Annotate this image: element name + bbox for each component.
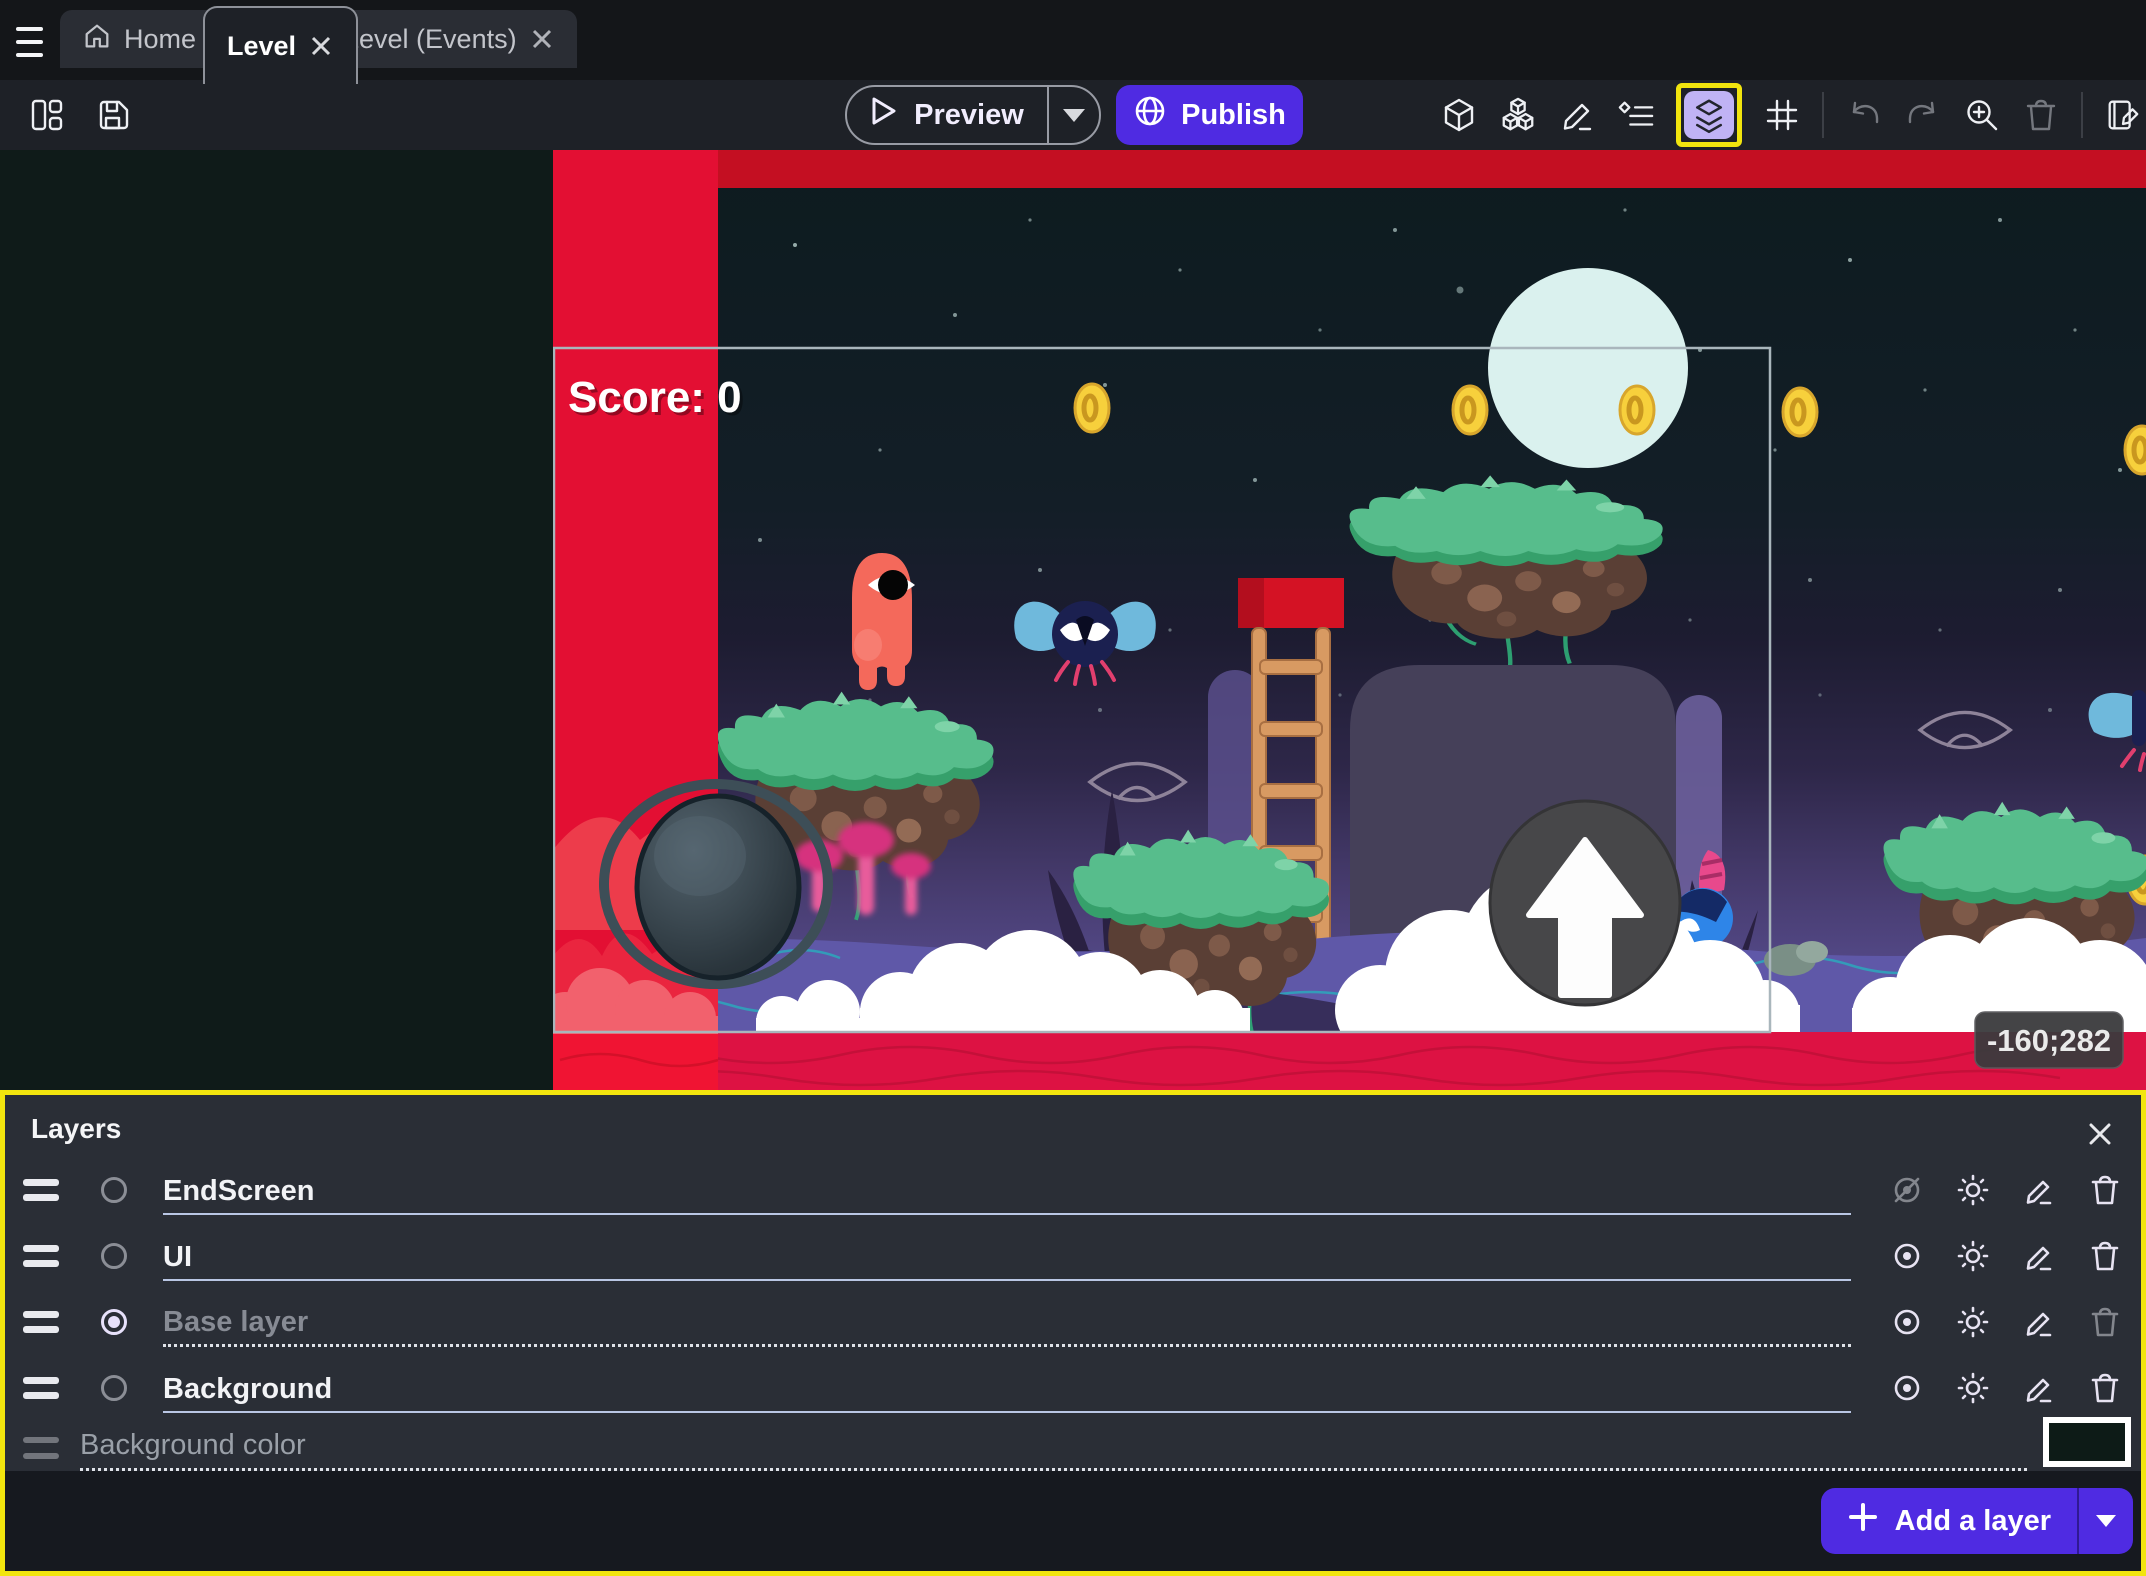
home-icon [82, 21, 112, 58]
toolbar: Preview Publish [0, 80, 2146, 150]
delete-icon[interactable] [2087, 1370, 2123, 1406]
joystick[interactable] [604, 784, 828, 984]
effects-icon[interactable] [1955, 1304, 1991, 1340]
layer-radio[interactable] [101, 1375, 127, 1401]
chevron-down-icon [2096, 1515, 2116, 1527]
add-layer-button[interactable]: Add a layer [1821, 1488, 2133, 1554]
jump-button[interactable] [1490, 801, 1680, 1005]
publish-label: Publish [1181, 99, 1286, 132]
globe-icon [1133, 94, 1167, 136]
visibility-off-icon[interactable] [1889, 1172, 1925, 1208]
preview-options-button[interactable] [1049, 109, 1099, 122]
visibility-icon[interactable] [1889, 1370, 1925, 1406]
delete-icon-disabled [2087, 1304, 2123, 1340]
visibility-icon[interactable] [1889, 1304, 1925, 1340]
drag-handle-icon[interactable] [23, 1179, 59, 1201]
cube-icon[interactable] [1440, 96, 1478, 134]
preview-label: Preview [914, 99, 1024, 132]
layer-radio[interactable] [101, 1243, 127, 1269]
scene-canvas[interactable]: Score: 0 Score: 0 -160;282 [0, 150, 2146, 1090]
background-color-label: Background color [80, 1422, 2027, 1471]
layer-row-ui: UI [5, 1223, 2141, 1289]
edit-icon[interactable] [2021, 1304, 2057, 1340]
cursor-coordinates-badge: -160;282 [1975, 1012, 2123, 1068]
layer-radio-selected[interactable] [101, 1309, 127, 1335]
layers-icon-highlight[interactable] [1676, 83, 1742, 147]
divider [2081, 92, 2083, 138]
score-text-object[interactable]: Score: 0 Score: 0 [568, 373, 745, 425]
add-layer-label: Add a layer [1895, 1505, 2051, 1538]
layer-row-base: Base layer [5, 1289, 2141, 1355]
effects-icon[interactable] [1955, 1370, 1991, 1406]
effects-icon[interactable] [1955, 1172, 1991, 1208]
add-layer-options-button[interactable] [2079, 1488, 2133, 1554]
tab-home[interactable]: Home [60, 10, 218, 68]
divider [1822, 92, 1824, 138]
publish-button[interactable]: Publish [1116, 85, 1303, 145]
panel-footer: Add a layer [5, 1471, 2141, 1571]
layers-panel: Layers EndScreen [0, 1090, 2146, 1576]
tab-level-events[interactable]: Level (Events) [322, 10, 577, 68]
trash-icon[interactable] [2022, 96, 2060, 134]
tab-bar: Home Level Level (Events) [0, 0, 2146, 80]
menu-icon[interactable] [16, 25, 46, 59]
layer-name-field[interactable]: UI [163, 1235, 1851, 1281]
preview-button[interactable]: Preview [845, 85, 1101, 145]
tab-level[interactable]: Level [203, 6, 358, 84]
close-icon[interactable] [529, 26, 555, 52]
edit-scene-icon[interactable] [2104, 96, 2142, 134]
layer-name-field[interactable]: Base layer [163, 1300, 1851, 1347]
drag-handle-icon[interactable] [23, 1311, 59, 1333]
drag-handle-icon [23, 1437, 59, 1459]
play-icon [870, 96, 898, 134]
panels-icon[interactable] [28, 96, 66, 134]
moon[interactable] [1488, 268, 1688, 468]
layer-name-field[interactable]: EndScreen [163, 1169, 1851, 1215]
tab-label: Level (Events) [344, 24, 517, 55]
effects-icon[interactable] [1955, 1238, 1991, 1274]
edit-icon[interactable] [2021, 1172, 2057, 1208]
layer-radio[interactable] [101, 1177, 127, 1203]
objects-icon[interactable] [1499, 96, 1537, 134]
visibility-icon[interactable] [1889, 1238, 1925, 1274]
layer-row-endscreen: EndScreen [5, 1157, 2141, 1223]
color-value [2049, 1423, 2125, 1461]
tab-label: Home [124, 24, 196, 55]
top-red-bar [553, 150, 2146, 188]
plus-icon [1847, 1501, 1879, 1541]
drag-handle-icon[interactable] [23, 1245, 59, 1267]
grid-icon[interactable] [1763, 96, 1801, 134]
zoom-in-icon[interactable] [1963, 96, 2001, 134]
delete-icon[interactable] [2087, 1172, 2123, 1208]
layers-icon[interactable] [1684, 91, 1734, 139]
background-color-row: Background color [5, 1421, 2141, 1475]
layer-row-background: Background [5, 1355, 2141, 1421]
svg-text:-160;282: -160;282 [1987, 1023, 2111, 1058]
game-scene: Score: 0 Score: 0 -160;282 [0, 150, 2146, 1090]
layer-name-field[interactable]: Background [163, 1367, 1851, 1413]
chevron-down-icon [1063, 109, 1085, 122]
close-icon[interactable] [2085, 1119, 2115, 1149]
save-icon[interactable] [94, 96, 132, 134]
svg-text:Score: 0: Score: 0 [568, 373, 742, 422]
edit-icon[interactable] [2021, 1370, 2057, 1406]
undo-icon[interactable] [1845, 96, 1883, 134]
background-color-swatch[interactable] [2043, 1417, 2131, 1467]
tab-label: Level [227, 31, 296, 62]
redo-icon[interactable] [1904, 96, 1942, 134]
instances-list-icon[interactable] [1617, 96, 1655, 134]
delete-icon[interactable] [2087, 1238, 2123, 1274]
close-icon[interactable] [308, 33, 334, 59]
edit-icon[interactable] [2021, 1238, 2057, 1274]
pencil-icon[interactable] [1558, 96, 1596, 134]
panel-title: Layers [31, 1113, 121, 1145]
drag-handle-icon[interactable] [23, 1377, 59, 1399]
